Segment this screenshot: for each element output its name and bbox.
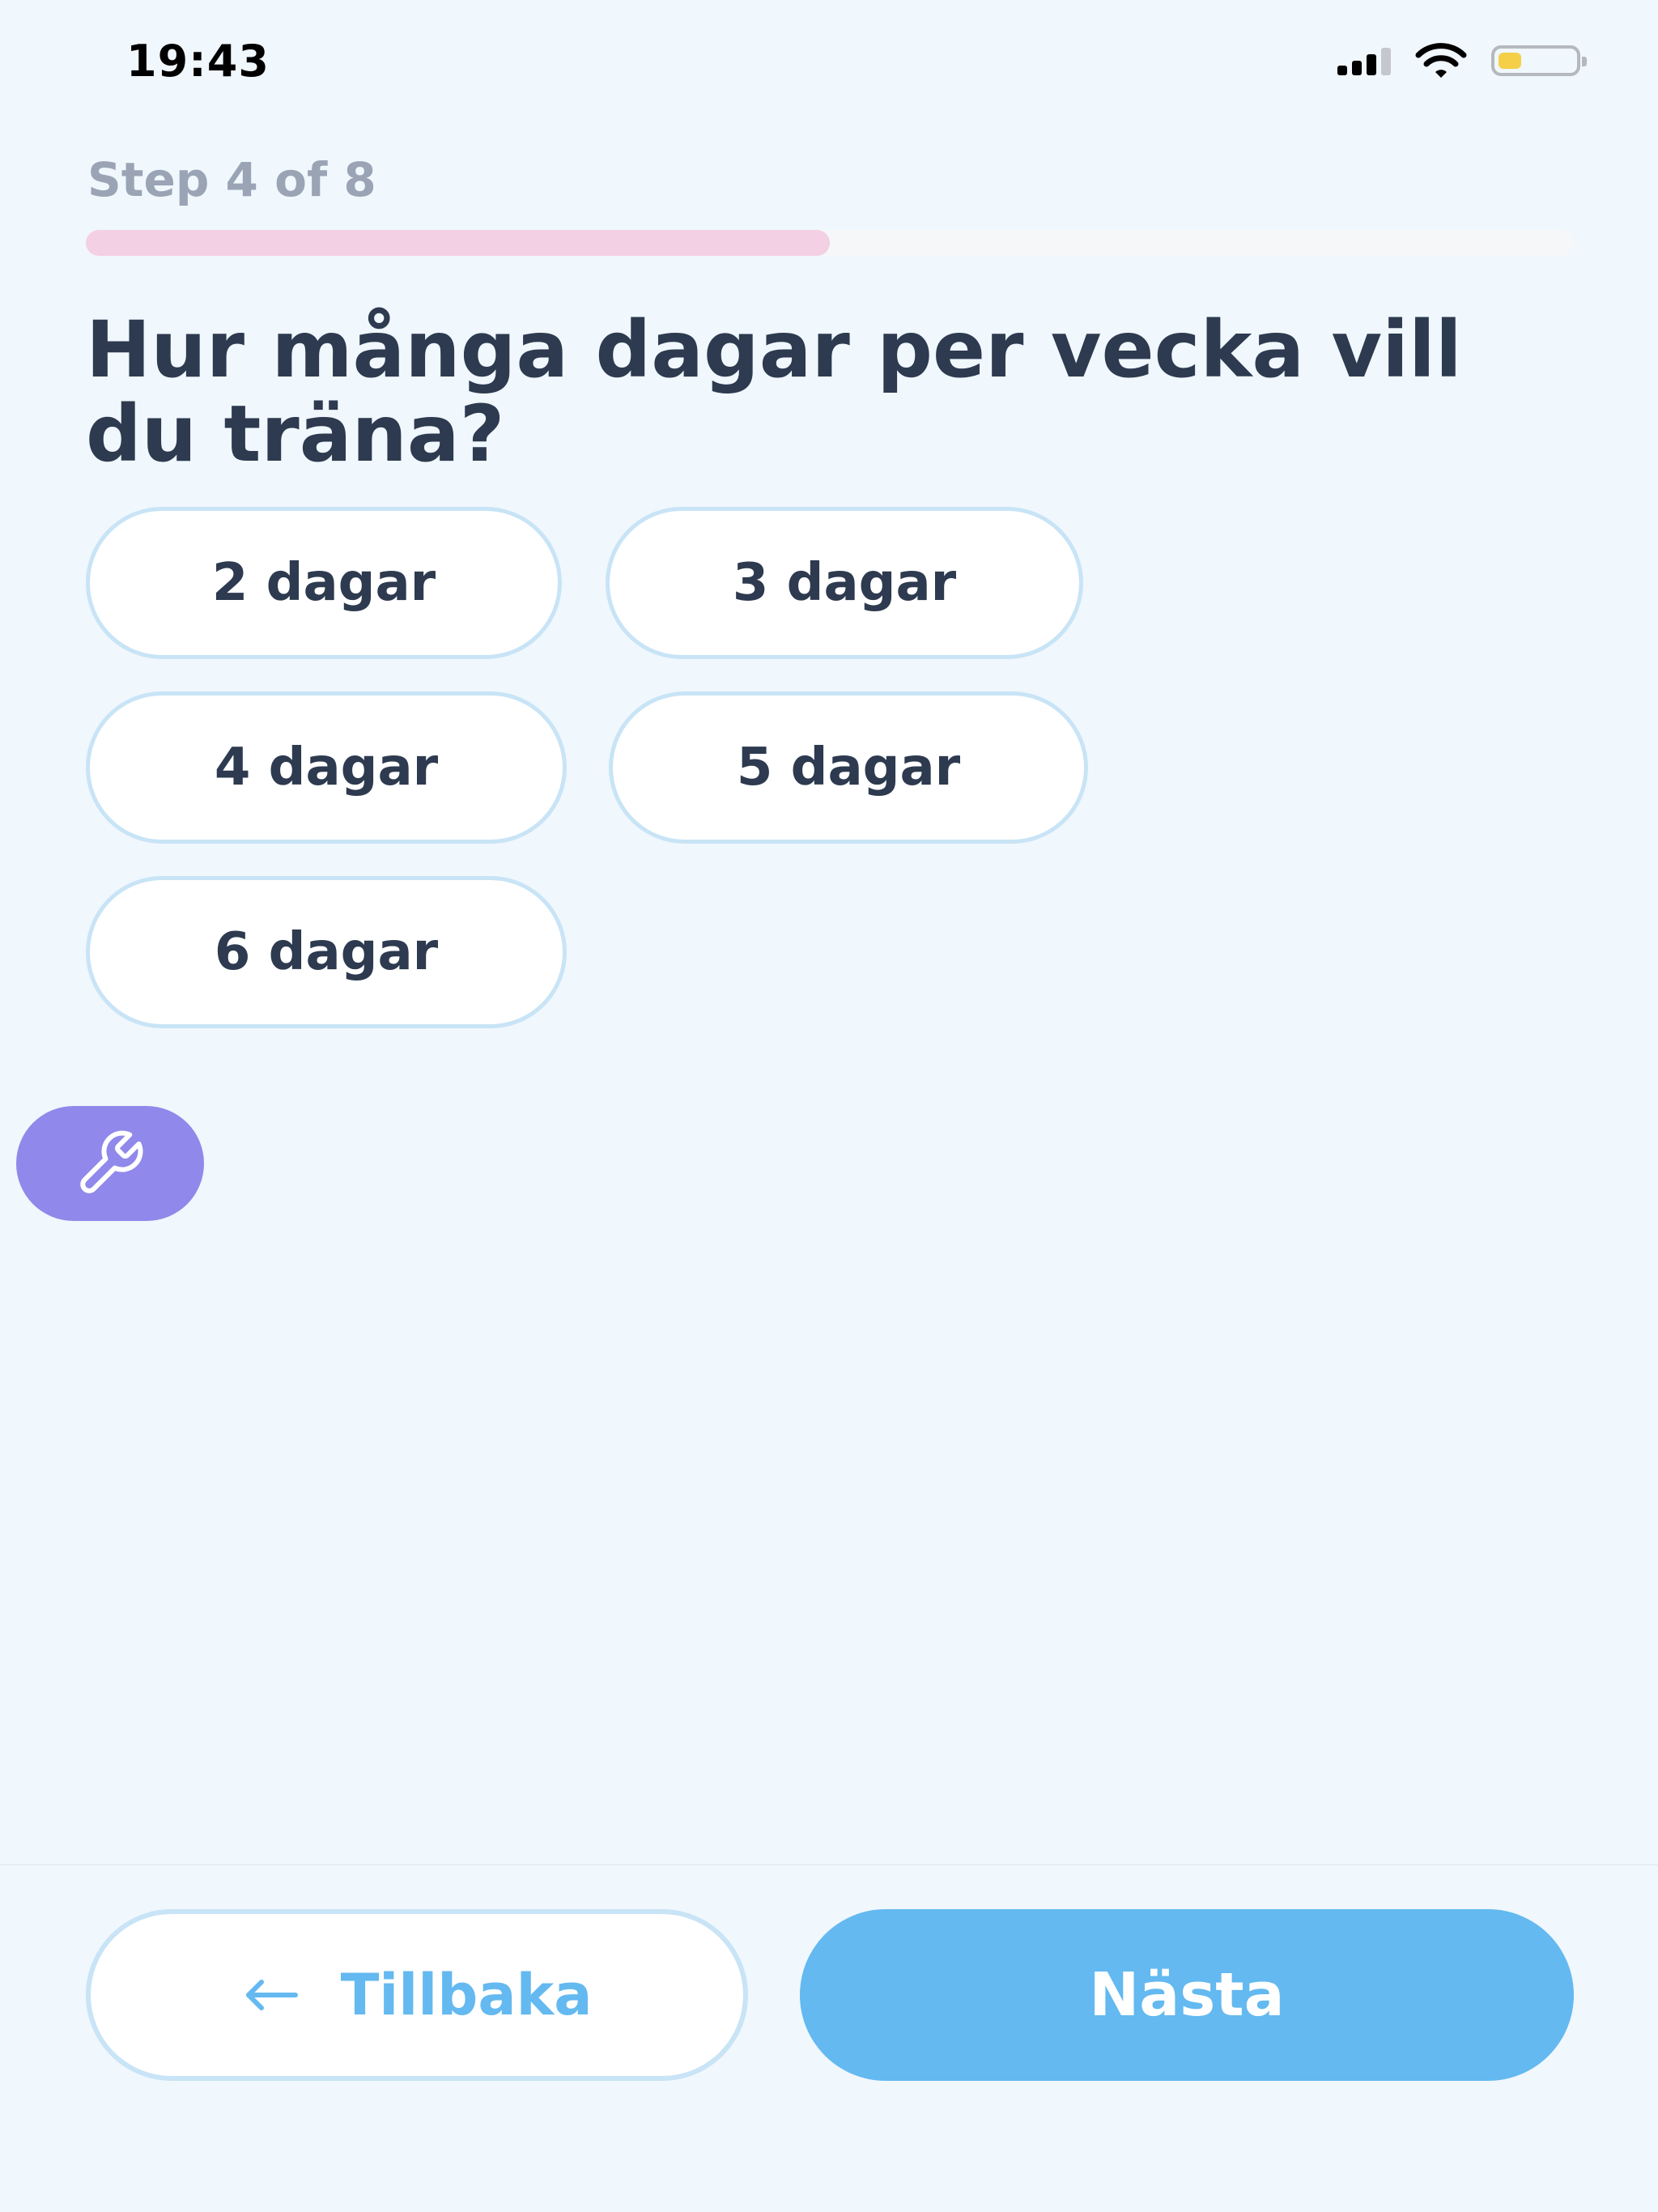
footer-divider <box>0 1864 1658 1865</box>
option-label: 6 dagar <box>214 922 439 982</box>
arrow-left-icon <box>245 1980 298 2010</box>
option-2-dagar[interactable]: 2 dagar <box>86 507 562 659</box>
option-3-dagar[interactable]: 3 dagar <box>606 507 1083 659</box>
progress-bar <box>86 230 1574 256</box>
back-button[interactable]: Tillbaka <box>86 1909 748 2081</box>
option-5-dagar[interactable]: 5 dagar <box>609 691 1088 844</box>
option-6-dagar[interactable]: 6 dagar <box>86 876 567 1028</box>
cellular-signal-icon <box>1337 46 1391 75</box>
battery-fill <box>1499 53 1521 69</box>
option-label: 5 dagar <box>736 738 961 798</box>
status-icons <box>1337 42 1587 79</box>
wifi-icon <box>1415 43 1467 78</box>
option-label: 4 dagar <box>214 738 439 798</box>
next-button-label: Nästa <box>1089 1960 1285 2030</box>
progress-bar-fill <box>86 230 830 256</box>
back-button-label: Tillbaka <box>340 1962 593 2028</box>
step-indicator: Step 4 of 8 <box>87 152 376 207</box>
option-4-dagar[interactable]: 4 dagar <box>86 691 567 844</box>
wrench-icon <box>80 1130 143 1193</box>
next-button[interactable]: Nästa <box>800 1909 1574 2081</box>
question-title: Hur många dagar per vecka vill du träna? <box>86 304 1462 479</box>
option-label: 3 dagar <box>732 553 957 613</box>
option-label: 2 dagar <box>211 553 436 613</box>
developer-tools-button[interactable] <box>16 1106 204 1221</box>
status-time: 19:43 <box>126 36 270 87</box>
battery-icon <box>1491 45 1587 76</box>
